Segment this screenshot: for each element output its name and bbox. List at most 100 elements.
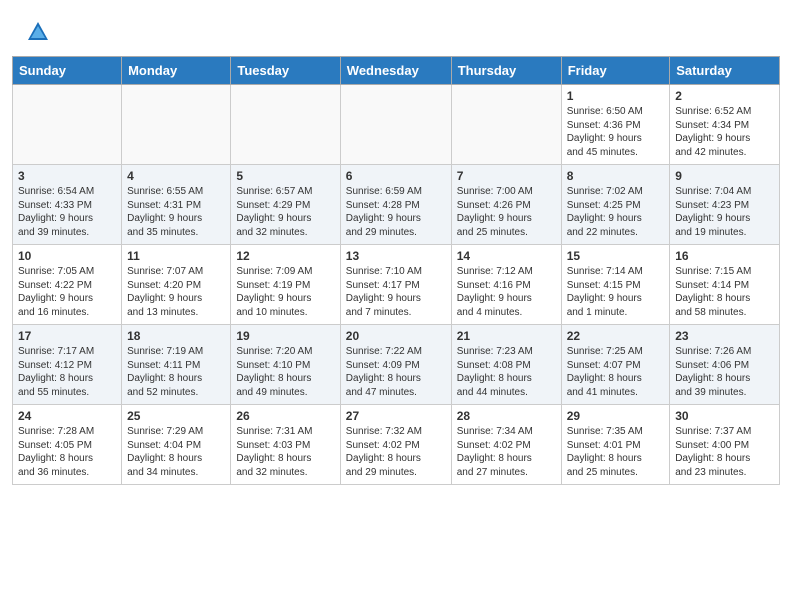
day-number: 29 — [567, 409, 665, 423]
calendar-header: SundayMondayTuesdayWednesdayThursdayFrid… — [13, 57, 780, 85]
day-info: Sunrise: 7:14 AM Sunset: 4:15 PM Dayligh… — [567, 265, 665, 319]
day-cell — [451, 85, 561, 165]
col-header-sunday: Sunday — [13, 57, 122, 85]
day-cell: 4 Sunrise: 6:55 AM Sunset: 4:31 PM Daylig… — [122, 165, 231, 245]
day-cell: 2 Sunrise: 6:52 AM Sunset: 4:34 PM Daylig… — [670, 85, 780, 165]
day-cell: 27Sunrise: 7:32 AM Sunset: 4:02 PM Dayli… — [340, 405, 451, 485]
day-number: 30 — [675, 409, 774, 423]
col-header-thursday: Thursday — [451, 57, 561, 85]
header-row: SundayMondayTuesdayWednesdayThursdayFrid… — [13, 57, 780, 85]
day-cell — [340, 85, 451, 165]
day-cell: 24 Sunrise: 7:28 AM Sunset: 4:05 PM Dayli… — [13, 405, 122, 485]
day-info: Sunrise: 7:00 AM Sunset: 4:26 PM Dayligh… — [457, 185, 556, 239]
day-cell: 6Sunrise: 6:59 AM Sunset: 4:28 PM Daylig… — [340, 165, 451, 245]
day-number: 25 — [127, 409, 225, 423]
day-info: Sunrise: 7:02 AM Sunset: 4:25 PM Dayligh… — [567, 185, 665, 239]
day-cell: 3 Sunrise: 6:54 AM Sunset: 4:33 PM Daylig… — [13, 165, 122, 245]
day-number: 15 — [567, 249, 665, 263]
day-info: Sunrise: 7:04 AM Sunset: 4:23 PM Dayligh… — [675, 185, 774, 239]
calendar-wrapper: SundayMondayTuesdayWednesdayThursdayFrid… — [0, 56, 792, 497]
day-number: 10 — [18, 249, 116, 263]
week-row-5: 24 Sunrise: 7:28 AM Sunset: 4:05 PM Dayli… — [13, 405, 780, 485]
day-number: 4 — [127, 169, 225, 183]
day-cell: 8 Sunrise: 7:02 AM Sunset: 4:25 PM Daylig… — [561, 165, 670, 245]
day-number: 24 — [18, 409, 116, 423]
day-cell: 19Sunrise: 7:20 AM Sunset: 4:10 PM Dayli… — [231, 325, 340, 405]
day-cell: 14 Sunrise: 7:12 AM Sunset: 4:16 PM Dayli… — [451, 245, 561, 325]
day-number: 3 — [18, 169, 116, 183]
day-cell: 9 Sunrise: 7:04 AM Sunset: 4:23 PM Daylig… — [670, 165, 780, 245]
day-info: Sunrise: 7:35 AM Sunset: 4:01 PM Dayligh… — [567, 425, 665, 479]
day-info: Sunrise: 6:57 AM Sunset: 4:29 PM Dayligh… — [236, 185, 334, 239]
day-info: Sunrise: 7:07 AM Sunset: 4:20 PM Dayligh… — [127, 265, 225, 319]
col-header-wednesday: Wednesday — [340, 57, 451, 85]
week-row-2: 3 Sunrise: 6:54 AM Sunset: 4:33 PM Daylig… — [13, 165, 780, 245]
day-info: Sunrise: 7:26 AM Sunset: 4:06 PM Dayligh… — [675, 345, 774, 399]
day-number: 28 — [457, 409, 556, 423]
day-number: 22 — [567, 329, 665, 343]
day-cell — [122, 85, 231, 165]
day-cell: 28 Sunrise: 7:34 AM Sunset: 4:02 PM Dayli… — [451, 405, 561, 485]
day-cell: 13 Sunrise: 7:10 AM Sunset: 4:17 PM Dayli… — [340, 245, 451, 325]
calendar-body: 1 Sunrise: 6:50 AM Sunset: 4:36 PM Daylig… — [13, 85, 780, 485]
week-row-3: 10Sunrise: 7:05 AM Sunset: 4:22 PM Dayli… — [13, 245, 780, 325]
col-header-friday: Friday — [561, 57, 670, 85]
day-info: Sunrise: 7:10 AM Sunset: 4:17 PM Dayligh… — [346, 265, 446, 319]
day-cell: 16 Sunrise: 7:15 AM Sunset: 4:14 PM Dayli… — [670, 245, 780, 325]
day-number: 1 — [567, 89, 665, 103]
day-number: 8 — [567, 169, 665, 183]
day-info: Sunrise: 7:37 AM Sunset: 4:00 PM Dayligh… — [675, 425, 774, 479]
day-info: Sunrise: 6:50 AM Sunset: 4:36 PM Dayligh… — [567, 105, 665, 159]
day-number: 9 — [675, 169, 774, 183]
day-info: Sunrise: 7:12 AM Sunset: 4:16 PM Dayligh… — [457, 265, 556, 319]
day-info: Sunrise: 6:52 AM Sunset: 4:34 PM Dayligh… — [675, 105, 774, 159]
day-number: 20 — [346, 329, 446, 343]
day-number: 16 — [675, 249, 774, 263]
day-info: Sunrise: 7:19 AM Sunset: 4:11 PM Dayligh… — [127, 345, 225, 399]
day-info: Sunrise: 7:09 AM Sunset: 4:19 PM Dayligh… — [236, 265, 334, 319]
day-cell: 23 Sunrise: 7:26 AM Sunset: 4:06 PM Dayli… — [670, 325, 780, 405]
day-cell: 12 Sunrise: 7:09 AM Sunset: 4:19 PM Dayli… — [231, 245, 340, 325]
day-cell: 25Sunrise: 7:29 AM Sunset: 4:04 PM Dayli… — [122, 405, 231, 485]
day-info: Sunrise: 6:55 AM Sunset: 4:31 PM Dayligh… — [127, 185, 225, 239]
week-row-4: 17Sunrise: 7:17 AM Sunset: 4:12 PM Dayli… — [13, 325, 780, 405]
day-info: Sunrise: 7:17 AM Sunset: 4:12 PM Dayligh… — [18, 345, 116, 399]
day-info: Sunrise: 6:54 AM Sunset: 4:33 PM Dayligh… — [18, 185, 116, 239]
day-cell: 22Sunrise: 7:25 AM Sunset: 4:07 PM Dayli… — [561, 325, 670, 405]
day-number: 12 — [236, 249, 334, 263]
day-cell — [13, 85, 122, 165]
day-number: 21 — [457, 329, 556, 343]
day-info: Sunrise: 7:22 AM Sunset: 4:09 PM Dayligh… — [346, 345, 446, 399]
day-number: 11 — [127, 249, 225, 263]
day-info: Sunrise: 7:32 AM Sunset: 4:02 PM Dayligh… — [346, 425, 446, 479]
day-cell: 11 Sunrise: 7:07 AM Sunset: 4:20 PM Dayli… — [122, 245, 231, 325]
header — [0, 0, 792, 56]
day-number: 19 — [236, 329, 334, 343]
day-cell: 1 Sunrise: 6:50 AM Sunset: 4:36 PM Daylig… — [561, 85, 670, 165]
week-row-1: 1 Sunrise: 6:50 AM Sunset: 4:36 PM Daylig… — [13, 85, 780, 165]
day-info: Sunrise: 7:15 AM Sunset: 4:14 PM Dayligh… — [675, 265, 774, 319]
col-header-tuesday: Tuesday — [231, 57, 340, 85]
day-number: 6 — [346, 169, 446, 183]
day-number: 7 — [457, 169, 556, 183]
day-info: Sunrise: 7:34 AM Sunset: 4:02 PM Dayligh… — [457, 425, 556, 479]
logo-icon — [24, 18, 52, 46]
day-number: 13 — [346, 249, 446, 263]
day-cell: 20 Sunrise: 7:22 AM Sunset: 4:09 PM Dayli… — [340, 325, 451, 405]
day-number: 14 — [457, 249, 556, 263]
col-header-monday: Monday — [122, 57, 231, 85]
day-cell: 30 Sunrise: 7:37 AM Sunset: 4:00 PM Dayli… — [670, 405, 780, 485]
day-info: Sunrise: 7:28 AM Sunset: 4:05 PM Dayligh… — [18, 425, 116, 479]
col-header-saturday: Saturday — [670, 57, 780, 85]
day-number: 23 — [675, 329, 774, 343]
day-cell: 29 Sunrise: 7:35 AM Sunset: 4:01 PM Dayli… — [561, 405, 670, 485]
day-cell: 18 Sunrise: 7:19 AM Sunset: 4:11 PM Dayli… — [122, 325, 231, 405]
day-cell: 17Sunrise: 7:17 AM Sunset: 4:12 PM Dayli… — [13, 325, 122, 405]
day-cell: 7 Sunrise: 7:00 AM Sunset: 4:26 PM Daylig… — [451, 165, 561, 245]
day-cell: 10Sunrise: 7:05 AM Sunset: 4:22 PM Dayli… — [13, 245, 122, 325]
day-number: 26 — [236, 409, 334, 423]
day-info: Sunrise: 7:23 AM Sunset: 4:08 PM Dayligh… — [457, 345, 556, 399]
day-cell: 26Sunrise: 7:31 AM Sunset: 4:03 PM Dayli… — [231, 405, 340, 485]
day-number: 2 — [675, 89, 774, 103]
day-number: 18 — [127, 329, 225, 343]
